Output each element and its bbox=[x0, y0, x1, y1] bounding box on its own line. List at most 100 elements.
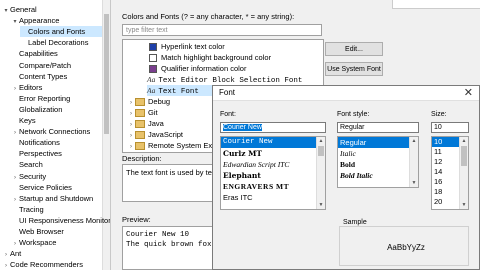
font-style-item[interactable]: Bold bbox=[338, 159, 409, 170]
tree-item-label: Perspectives bbox=[19, 149, 62, 159]
font-style-list: Regular Italic Bold Bold Italic ▲ ▼ bbox=[337, 136, 419, 188]
color-font-item[interactable]: Aa Text Editor Block Selection Font bbox=[147, 74, 323, 85]
chevron-down-icon[interactable]: ▾ bbox=[2, 6, 10, 17]
style-list-scrollbar[interactable]: ▲ ▼ bbox=[409, 137, 418, 187]
font-size-item[interactable]: 16 bbox=[432, 177, 459, 187]
tree-item[interactable]: › Security bbox=[11, 171, 102, 182]
folder-icon bbox=[135, 131, 145, 140]
tree-item[interactable]: › Startup and Shutdown bbox=[11, 193, 102, 204]
size-label: Size: bbox=[431, 111, 447, 118]
tree-item[interactable]: Perspectives bbox=[11, 148, 102, 159]
tree-item[interactable]: Label Decorations bbox=[20, 37, 102, 48]
font-size-item[interactable]: 11 bbox=[432, 147, 459, 157]
color-font-item-label: Git bbox=[148, 108, 158, 117]
tree-item-label: Colors and Fonts bbox=[28, 27, 86, 37]
tree-item[interactable]: Service Policies bbox=[11, 182, 102, 193]
font-style-label: Font style: bbox=[337, 111, 370, 118]
font-size-item[interactable]: 18 bbox=[432, 187, 459, 197]
scroll-up-icon[interactable]: ▲ bbox=[410, 137, 418, 145]
color-font-item[interactable]: Hyperlink text color bbox=[149, 41, 323, 52]
tree-item-label: Code Recommenders bbox=[10, 260, 83, 270]
description-label: Description: bbox=[122, 154, 162, 163]
tree-item-label: Service Policies bbox=[19, 182, 72, 192]
top-right-field bbox=[392, 0, 480, 9]
tree-item-label: Web Browser bbox=[19, 227, 64, 236]
tree-scrollbar[interactable] bbox=[102, 0, 110, 270]
section-title: Colors and Fonts (? = any character, * =… bbox=[122, 12, 295, 21]
color-font-item-label: Text Editor Block Selection Font bbox=[158, 77, 303, 85]
font-name-input[interactable]: Courier New bbox=[220, 122, 326, 133]
font-style-item[interactable]: Bold Italic bbox=[338, 170, 409, 181]
color-font-item-label: Debug bbox=[148, 97, 171, 106]
tree-item[interactable]: Tracing bbox=[11, 204, 102, 215]
font-size-item[interactable]: 10 bbox=[432, 137, 459, 147]
tree-item-label: UI Responsiveness Monitoring bbox=[19, 215, 111, 225]
tree-item[interactable]: Colors and Fonts bbox=[20, 26, 102, 38]
color-swatch-icon bbox=[149, 54, 157, 63]
font-list-item[interactable]: Edwardian Script ITC bbox=[221, 159, 316, 170]
font-style-input[interactable]: Regular bbox=[337, 122, 419, 133]
scroll-down-icon[interactable]: ▼ bbox=[460, 201, 468, 209]
font-list: Courier New Curlz MT Edwardian Script ITC E… bbox=[220, 136, 326, 210]
scroll-down-icon[interactable]: ▼ bbox=[410, 179, 418, 187]
folder-icon bbox=[135, 142, 145, 151]
close-icon[interactable]: ✕ bbox=[464, 86, 473, 100]
tree-item[interactable]: › Ant bbox=[2, 248, 102, 259]
tree-item[interactable]: UI Responsiveness Monitoring bbox=[11, 215, 110, 226]
tree-item[interactable]: › Code Recommenders bbox=[2, 259, 102, 270]
tree-item[interactable]: Content Types bbox=[11, 71, 102, 82]
tree-item[interactable]: Web Browser bbox=[11, 226, 102, 237]
font-dialog: Font ✕ Font: Font style: Size: Courier N… bbox=[212, 85, 480, 270]
tree-item[interactable]: › Workspace bbox=[11, 237, 102, 248]
color-swatch-icon bbox=[149, 65, 157, 74]
tree-item[interactable]: Capabilities bbox=[11, 48, 102, 59]
font-size-item[interactable]: 20 bbox=[432, 197, 459, 207]
font-icon: Aa bbox=[147, 75, 156, 84]
font-list-item[interactable]: Eras ITC bbox=[221, 192, 316, 203]
chevron-right-icon[interactable]: › bbox=[2, 261, 10, 270]
tree-item[interactable]: ▾ General bbox=[2, 4, 102, 15]
tree-item-label: Keys bbox=[19, 116, 36, 125]
folder-icon bbox=[135, 120, 145, 129]
font-style-item[interactable]: Regular bbox=[338, 137, 409, 148]
font-label: Font: bbox=[220, 111, 236, 118]
scroll-up-icon[interactable]: ▲ bbox=[460, 137, 468, 145]
tree-item[interactable]: Search bbox=[11, 159, 102, 170]
scroll-down-icon[interactable]: ▼ bbox=[317, 201, 325, 209]
tree-item-label: Compare/Patch bbox=[19, 60, 72, 70]
tree-item[interactable]: Notifications bbox=[11, 137, 102, 148]
chevron-down-icon[interactable]: ▾ bbox=[11, 17, 19, 28]
tree-item[interactable]: Error Reporting bbox=[11, 93, 102, 104]
font-list-scrollbar[interactable]: ▲ ▼ bbox=[316, 137, 325, 209]
color-font-item[interactable]: Qualifier information color bbox=[149, 63, 323, 74]
chevron-right-icon[interactable]: › bbox=[127, 142, 135, 152]
size-list-scrollbar[interactable]: ▲ ▼ bbox=[459, 137, 468, 209]
scrollbar-thumb[interactable] bbox=[461, 146, 467, 166]
tree-item[interactable]: ▾ Appearance bbox=[11, 15, 102, 26]
color-font-item[interactable]: Match highlight background color bbox=[149, 52, 323, 63]
font-list-item[interactable]: Elephant bbox=[221, 170, 316, 181]
tree-item[interactable]: Compare/Patch bbox=[11, 60, 102, 71]
font-size-item[interactable]: 12 bbox=[432, 157, 459, 167]
preview-label: Preview: bbox=[122, 215, 151, 224]
font-style-item[interactable]: Italic bbox=[338, 148, 409, 159]
tree-scrollbar-thumb[interactable] bbox=[104, 14, 109, 134]
scrollbar-thumb[interactable] bbox=[318, 146, 324, 156]
tree-item[interactable]: Globalization bbox=[11, 104, 102, 115]
filter-input[interactable]: type filter text bbox=[122, 24, 322, 36]
tree-item[interactable]: › Network Connections bbox=[11, 126, 102, 137]
font-size-input[interactable]: 10 bbox=[431, 122, 469, 133]
font-list-item[interactable]: Curlz MT bbox=[221, 148, 316, 159]
tree-item-label: Globalization bbox=[19, 104, 63, 114]
scroll-up-icon[interactable]: ▲ bbox=[317, 137, 325, 145]
tree-item[interactable]: › Editors bbox=[11, 82, 102, 93]
edit-button[interactable]: Edit... bbox=[325, 42, 383, 56]
font-list-item[interactable]: ENGRAVERS MT bbox=[221, 181, 316, 192]
tree-item[interactable]: Keys bbox=[11, 115, 102, 126]
font-size-item[interactable]: 14 bbox=[432, 167, 459, 177]
dialog-title: Font bbox=[219, 88, 236, 97]
tree-item-label: Notifications bbox=[19, 138, 60, 148]
tree-item-label: Security bbox=[19, 171, 47, 181]
use-system-font-button[interactable]: Use System Font bbox=[325, 62, 383, 76]
font-list-item[interactable]: Courier New bbox=[221, 137, 316, 148]
